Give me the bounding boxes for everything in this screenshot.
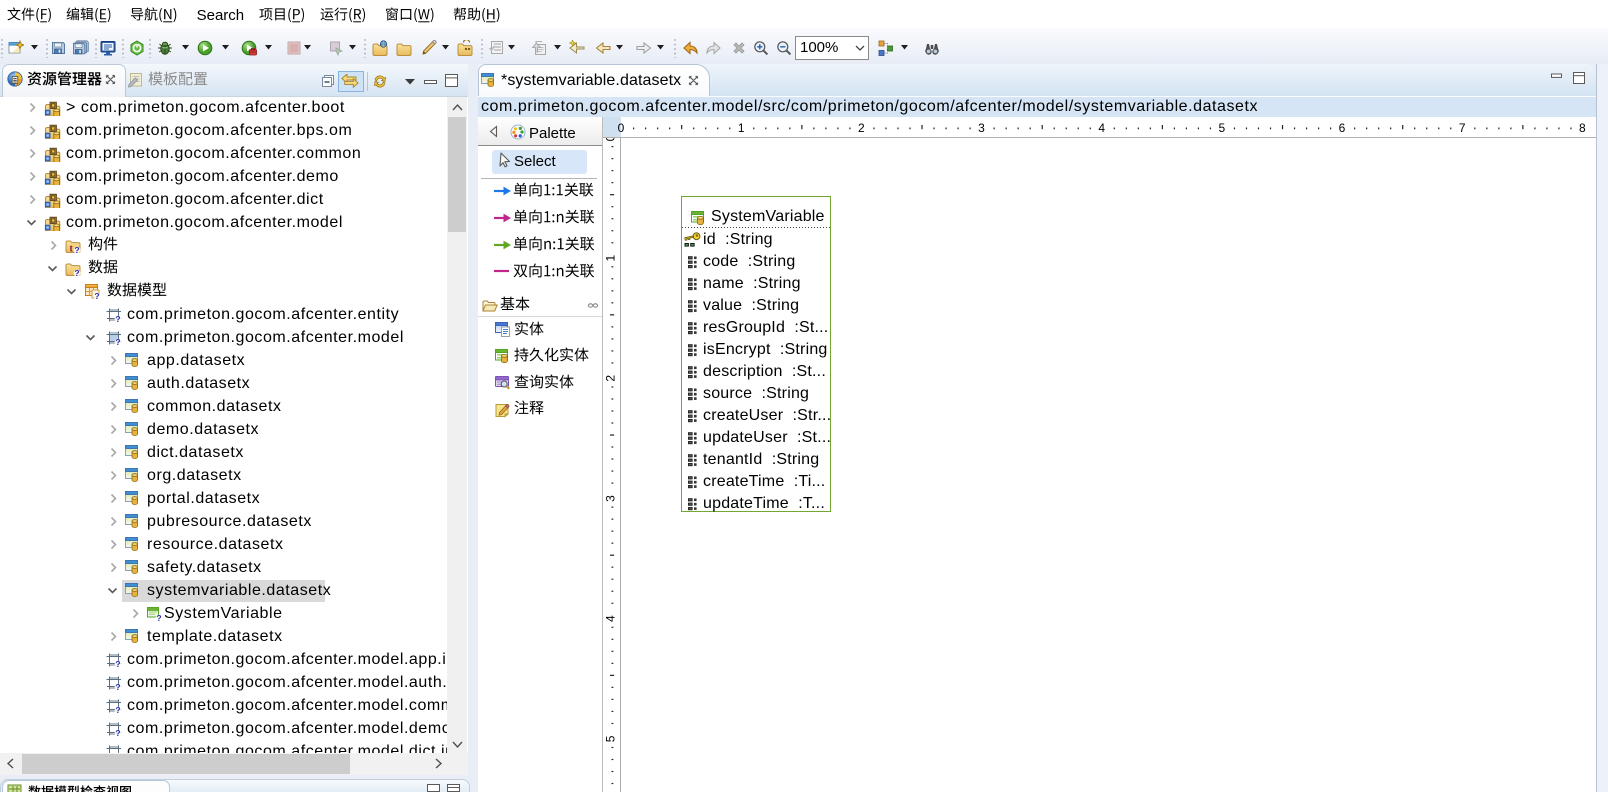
svg-text:?: ? xyxy=(156,613,161,623)
svg-text:?: ? xyxy=(115,337,120,347)
svg-text:0: 0 xyxy=(618,121,625,135)
svg-text:7: 7 xyxy=(1459,121,1466,135)
svg-text:3: 3 xyxy=(978,121,985,135)
svg-text:4: 4 xyxy=(604,615,618,622)
svg-text:5: 5 xyxy=(604,735,618,742)
svg-text:2: 2 xyxy=(604,375,618,382)
svg-text:?: ? xyxy=(115,314,120,324)
svg-text:1: 1 xyxy=(738,121,745,135)
svg-text:?: ? xyxy=(115,682,120,692)
svg-text:2: 2 xyxy=(858,121,865,135)
svg-text:0: 0 xyxy=(604,138,618,141)
svg-text:8: 8 xyxy=(1579,121,1586,135)
svg-text:5: 5 xyxy=(1219,121,1226,135)
svg-text:?: ? xyxy=(115,728,120,738)
svg-text:3: 3 xyxy=(604,495,618,502)
svg-text:?: ? xyxy=(74,268,79,278)
svg-text:4: 4 xyxy=(1098,121,1105,135)
svg-text:6: 6 xyxy=(1339,121,1346,135)
svg-text:?: ? xyxy=(74,245,79,255)
svg-text:1: 1 xyxy=(604,255,618,262)
svg-text:?: ? xyxy=(115,705,120,715)
svg-text:?: ? xyxy=(115,659,120,669)
svg-text:?: ? xyxy=(94,291,99,301)
